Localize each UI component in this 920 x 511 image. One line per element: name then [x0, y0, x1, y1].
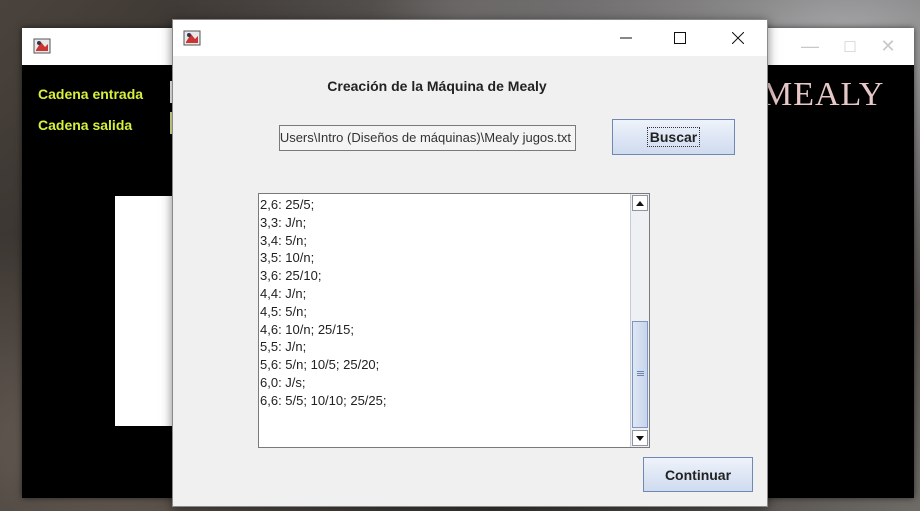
browse-button[interactable]: Buscar [612, 119, 735, 155]
java-app-icon [33, 38, 51, 54]
thumb-grip [637, 375, 644, 376]
thumb-grip [637, 371, 644, 372]
main-title-text: MEALY [762, 76, 885, 113]
transitions-list: 2,6: 25/5; 3,3: J/n; 3,4: 5/n; 3,5: 10/n… [260, 196, 630, 410]
input-string-label: Cadena entrada [38, 86, 144, 102]
scroll-up-icon[interactable] [632, 195, 648, 211]
transitions-text-area[interactable]: 2,6: 25/5; 3,3: J/n; 3,4: 5/n; 3,5: 10/n… [258, 193, 650, 448]
dialog-titlebar [173, 20, 767, 56]
maximize-icon[interactable] [657, 20, 703, 56]
output-string-label: Cadena salida [38, 117, 133, 133]
list-item: 6,6: 5/5; 10/10; 25/25; [260, 392, 387, 408]
continue-button-label: Continuar [664, 466, 732, 483]
java-app-icon [183, 30, 201, 46]
list-item: 5,6: 5/n; 10/5; 25/20; [260, 357, 380, 373]
close-icon[interactable] [715, 20, 761, 56]
vertical-scrollbar[interactable] [630, 194, 649, 447]
list-item: 3,5: 10/n; [260, 250, 315, 266]
list-item: 3,3: J/n; [260, 214, 307, 230]
thumb-grip [637, 373, 644, 374]
list-item: 6,0: J/s; [260, 374, 306, 390]
main-minimize-icon[interactable]: — [790, 28, 830, 65]
list-item: 4,6: 10/n; 25/15; [260, 321, 354, 337]
dialog-heading: Creación de la Máquina de Mealy [327, 78, 547, 94]
file-path-field[interactable]: C:\Users\Intro (Diseños de máquinas)\Mea… [279, 125, 576, 151]
list-item: 4,4: J/n; [260, 285, 307, 301]
minimize-icon[interactable] [603, 20, 649, 56]
list-item: 3,4: 5/n; [260, 232, 307, 248]
list-item: 4,5: 5/n; [260, 303, 307, 319]
scrollbar-thumb[interactable] [632, 321, 648, 428]
list-item: 5,5: J/n; [260, 339, 307, 355]
scroll-down-icon[interactable] [632, 430, 648, 446]
list-item: 3,6: 25/10; [260, 268, 322, 284]
file-path-text: C:\Users\Intro (Diseños de máquinas)\Mea… [279, 130, 571, 145]
continue-button[interactable]: Continuar [643, 457, 753, 492]
browse-button-label: Buscar [646, 127, 701, 147]
mealy-creation-dialog: Creación de la Máquina de Mealy C:\Users… [172, 19, 768, 507]
list-item: 2,6: 25/5; [260, 197, 315, 212]
main-close-icon[interactable]: ✕ [868, 28, 908, 65]
main-maximize-icon[interactable]: □ [830, 28, 870, 65]
